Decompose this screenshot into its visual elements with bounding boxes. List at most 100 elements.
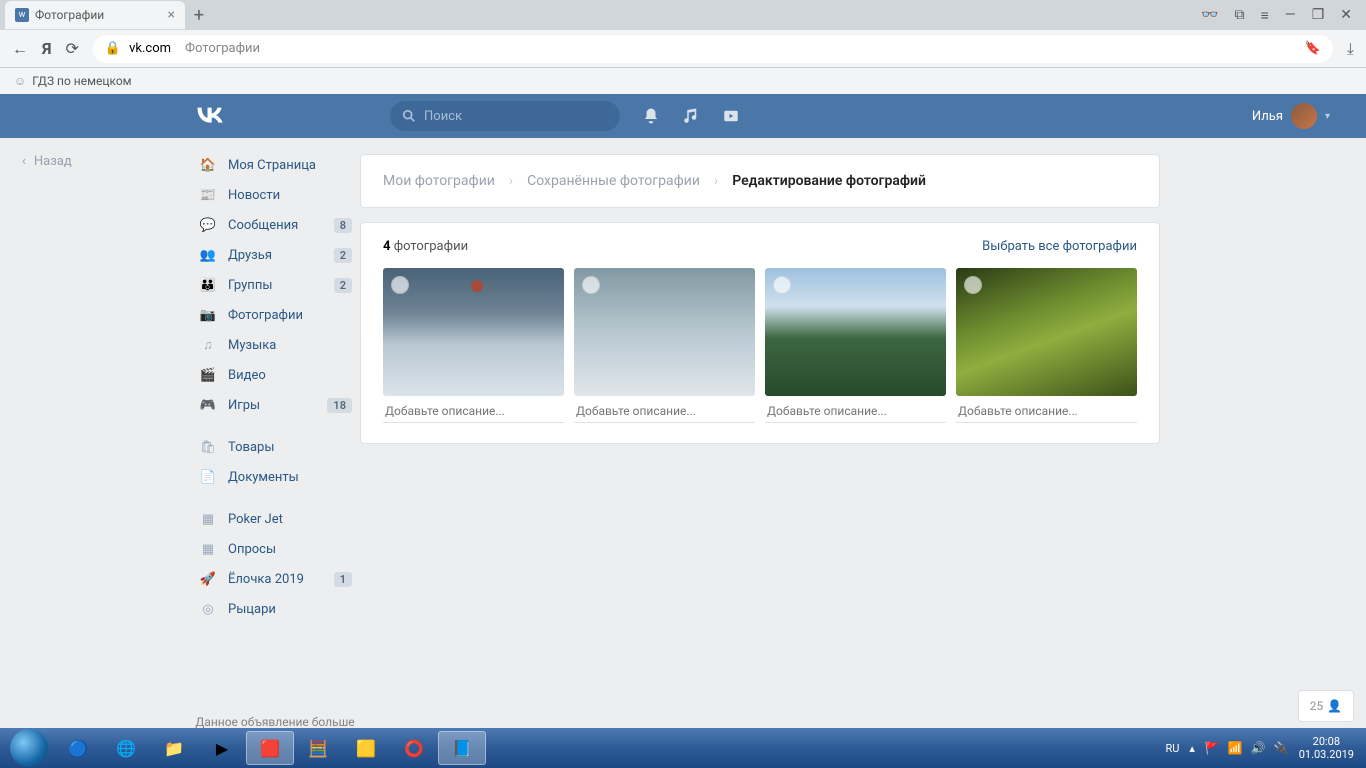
sidebar-item-label: Новости xyxy=(228,188,280,203)
app-icon: ◎ xyxy=(198,599,218,619)
sidebar-item-app-polls[interactable]: ▦Опросы xyxy=(190,534,360,564)
username: Илья xyxy=(1252,109,1283,124)
sidebar-item-market[interactable]: 🛍Товары xyxy=(190,432,360,462)
tray-power-icon[interactable]: 🔌 xyxy=(1274,741,1289,755)
badge: 2 xyxy=(334,278,352,293)
search-input[interactable]: Поиск xyxy=(390,101,620,131)
friends-icon: 👥 xyxy=(198,245,218,265)
sidebar-item-label: Игры xyxy=(228,398,260,413)
taskbar: 🔵 🌐 📁 ▶ 🟥 🧮 🟨 ⭕ 📘 RU ▴ 🚩 📶 🔊 🔌 20:08 01.… xyxy=(0,728,1366,768)
sidebar-item-my-page[interactable]: 🏠Моя Страница xyxy=(190,150,360,180)
select-checkbox[interactable] xyxy=(964,276,982,294)
menu-icon[interactable]: ≡ xyxy=(1261,7,1269,24)
breadcrumb-panel: Мои фотографии › Сохранённые фотографии … xyxy=(360,154,1160,208)
photo-thumbnail[interactable] xyxy=(765,268,946,396)
start-button[interactable] xyxy=(10,729,48,767)
sidebar-item-games[interactable]: 🎮Игры18 xyxy=(190,390,360,420)
downloads-button[interactable]: ⤓ xyxy=(1347,39,1354,59)
sidebar-item-news[interactable]: 📰Новости xyxy=(190,180,360,210)
bookmark-icon[interactable]: 🔖 xyxy=(1305,41,1321,56)
sidebar-item-label: Группы xyxy=(228,278,272,293)
tray-icons[interactable]: 🚩 📶 🔊 🔌 xyxy=(1205,741,1289,755)
sidebar-item-label: Poker Jet xyxy=(228,512,283,527)
taskbar-app-chrome[interactable]: ⭕ xyxy=(390,731,438,765)
bookmarks-panel-icon[interactable]: ⧉ xyxy=(1235,7,1245,24)
taskbar-app-word[interactable]: 📘 xyxy=(438,731,486,765)
home-icon: 🏠 xyxy=(198,155,218,175)
sidebar-item-friends[interactable]: 👥 Друзья 2 xyxy=(190,240,360,270)
chat-widget[interactable]: 25 👤 xyxy=(1298,690,1354,722)
photo-thumbnail[interactable] xyxy=(574,268,755,396)
sidebar-item-messages[interactable]: 💬Сообщения8 xyxy=(190,210,360,240)
taskbar-app-yandex2[interactable]: 🟨 xyxy=(342,731,390,765)
maximize-button[interactable]: ❐ xyxy=(1312,7,1325,24)
reload-button[interactable]: ⟳ xyxy=(66,39,79,58)
minimize-button[interactable]: — xyxy=(1285,7,1296,24)
tray-clock[interactable]: 20:08 01.03.2019 xyxy=(1299,735,1354,761)
select-checkbox[interactable] xyxy=(391,276,409,294)
vk-logo-icon[interactable] xyxy=(190,104,230,128)
sidebar-item-docs[interactable]: 📄Документы xyxy=(190,462,360,492)
description-input[interactable] xyxy=(956,396,1137,423)
reader-mode-icon[interactable]: 👓 xyxy=(1201,7,1218,24)
taskbar-app-calc[interactable]: 🧮 xyxy=(294,731,342,765)
sidebar-item-video[interactable]: 🎬Видео xyxy=(190,360,360,390)
bookmarks-bar: ☺ ГДЗ по немецком xyxy=(0,68,1366,94)
tray-language[interactable]: RU xyxy=(1165,742,1179,755)
user-menu[interactable]: Илья ▾ xyxy=(1252,103,1330,129)
taskbar-app-media[interactable]: ▶ xyxy=(198,731,246,765)
sidebar-item-label: Музыка xyxy=(228,338,276,353)
badge: 2 xyxy=(334,248,352,263)
breadcrumb-saved-photos[interactable]: Сохранённые фотографии xyxy=(527,173,700,189)
tray-flag-icon[interactable]: 🚩 xyxy=(1205,741,1220,755)
sidebar-item-label: Друзья xyxy=(228,248,272,263)
sidebar-item-groups[interactable]: 👪Группы2 xyxy=(190,270,360,300)
back-link[interactable]: ‹ Назад xyxy=(22,154,190,169)
description-input[interactable] xyxy=(574,396,755,423)
app-icon: ▦ xyxy=(198,509,218,529)
close-tab-button[interactable]: × xyxy=(168,7,175,23)
description-input[interactable] xyxy=(765,396,946,423)
description-input[interactable] xyxy=(383,396,564,423)
sidebar-item-label: Ёлочка 2019 xyxy=(228,572,304,587)
sidebar-item-label: Документы xyxy=(228,470,299,485)
select-all-link[interactable]: Выбрать все фотографии xyxy=(982,239,1137,254)
sidebar-item-music[interactable]: ♫ Музыка xyxy=(190,330,360,360)
breadcrumb-my-photos[interactable]: Мои фотографии xyxy=(383,173,495,189)
sidebar-item-photos[interactable]: 📷Фотографии xyxy=(190,300,360,330)
photo-thumbnail[interactable] xyxy=(383,268,564,396)
sidebar-item-app-knights[interactable]: ◎ Рыцари xyxy=(190,594,360,624)
music-icon[interactable] xyxy=(682,107,700,125)
messages-icon: 💬 xyxy=(198,215,218,235)
back-button[interactable]: ← xyxy=(12,39,28,59)
market-icon: 🛍 xyxy=(198,437,218,457)
sidebar-item-app-tree[interactable]: 🚀Ёлочка 20191 xyxy=(190,564,360,594)
home-button[interactable]: Я xyxy=(42,39,52,58)
video-icon[interactable] xyxy=(722,107,740,125)
chat-count: 25 xyxy=(1310,699,1324,713)
browser-tab[interactable]: w Фотографии × xyxy=(5,1,185,29)
new-tab-button[interactable]: + xyxy=(185,1,213,29)
sidebar-item-label: Рыцари xyxy=(228,602,276,617)
close-window-button[interactable]: ✕ xyxy=(1340,7,1352,24)
sidebar: 🏠Моя Страница 📰Новости 💬Сообщения8 👥 Друз… xyxy=(190,138,360,760)
select-checkbox[interactable] xyxy=(773,276,791,294)
tray-time: 20:08 xyxy=(1299,735,1354,748)
notifications-icon[interactable] xyxy=(642,107,660,125)
sidebar-item-app-poker[interactable]: ▦ Poker Jet xyxy=(190,504,360,534)
taskbar-app-cortana[interactable]: 🔵 xyxy=(54,731,102,765)
taskbar-app-explorer[interactable]: 📁 xyxy=(150,731,198,765)
photo-thumbnail[interactable] xyxy=(956,268,1137,396)
bookmark-favicon-icon: ☺ xyxy=(14,74,26,88)
select-checkbox[interactable] xyxy=(582,276,600,294)
browser-tab-strip: w Фотографии × + 👓 ⧉ ≡ — ❐ ✕ xyxy=(0,0,1366,30)
photo-card xyxy=(574,268,755,423)
tray-volume-icon[interactable]: 🔊 xyxy=(1251,741,1266,755)
address-bar[interactable]: 🔒 vk.com Фотографии 🔖 xyxy=(93,35,1333,63)
bookmark-link[interactable]: ГДЗ по немецком xyxy=(32,74,131,88)
music-icon: ♫ xyxy=(198,335,218,355)
tray-show-hidden-icon[interactable]: ▴ xyxy=(1189,742,1195,755)
tray-network-icon[interactable]: 📶 xyxy=(1228,741,1243,755)
taskbar-app-yandex[interactable]: 🟥 xyxy=(246,731,294,765)
taskbar-app-ie[interactable]: 🌐 xyxy=(102,731,150,765)
